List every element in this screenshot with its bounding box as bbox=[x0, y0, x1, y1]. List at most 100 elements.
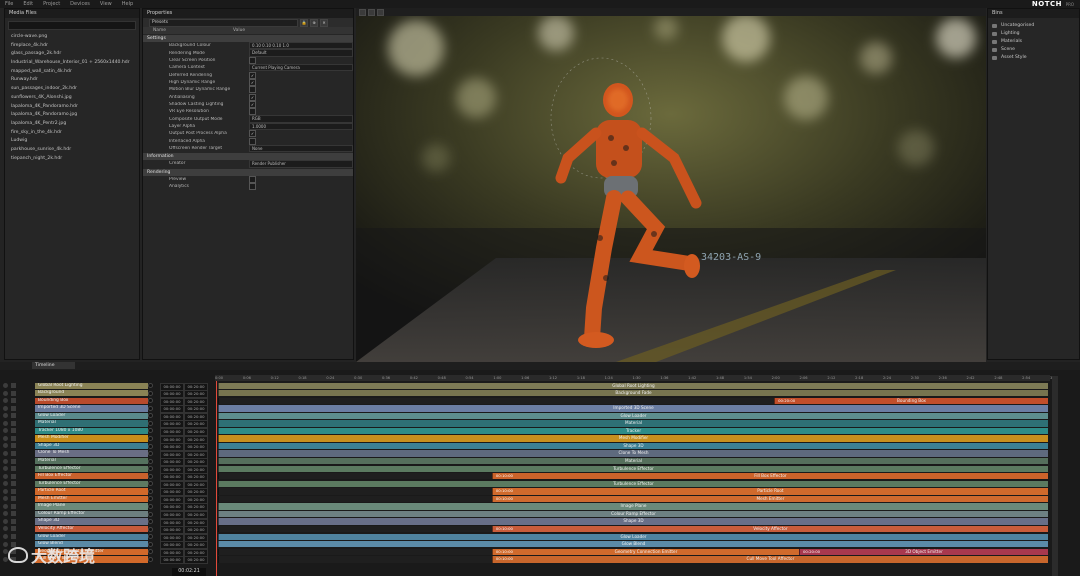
timeline-clip[interactable]: Glow Loader bbox=[218, 533, 1048, 540]
layer-record-icon[interactable] bbox=[148, 443, 153, 449]
timeline-layer-row[interactable]: Fill Box Effector 00:00:00 00:20:00 00:10:0… bbox=[0, 473, 1052, 482]
timeline-layer-row[interactable]: Shape 3D 00:00:00 00:20:00 Shape 3D bbox=[0, 518, 1052, 527]
timeline-layer-row[interactable]: Tracker 1080 x 1080 00:00:00 00:20:00 Track… bbox=[0, 427, 1052, 436]
visibility-eye-icon[interactable] bbox=[3, 481, 8, 487]
layer-record-icon[interactable] bbox=[148, 488, 153, 494]
timeline-clip[interactable]: Tracker bbox=[218, 427, 1048, 435]
visibility-eye-icon[interactable] bbox=[3, 390, 8, 396]
layer-record-icon[interactable] bbox=[148, 413, 153, 419]
property-value-field[interactable]: None bbox=[249, 144, 353, 153]
timeline-clip[interactable]: 00:10:00 Mesh Emitter bbox=[491, 495, 1048, 503]
layer-out-time[interactable]: 00:20:00 bbox=[184, 556, 208, 565]
property-checkbox[interactable] bbox=[249, 183, 256, 191]
layer-record-icon[interactable] bbox=[148, 549, 153, 555]
render-viewport[interactable]: 34203-AS-9 bbox=[356, 8, 986, 362]
lock-icon[interactable] bbox=[11, 518, 16, 524]
media-item[interactable]: mapped_wall_satin_4k.hdr bbox=[5, 68, 139, 77]
timeline-clip[interactable]: 00:10:00 Cull Move Tool Affector bbox=[491, 556, 1048, 563]
layer-record-icon[interactable] bbox=[148, 534, 153, 540]
timeline-layer-row[interactable]: Glow Loader 00:00:00 00:20:00 Glow Loader bbox=[0, 412, 1052, 421]
timeline-clip[interactable]: Mesh Modifier bbox=[218, 435, 1048, 442]
lock-icon[interactable] bbox=[11, 526, 16, 532]
property-value-field[interactable]: Current Playing Camera bbox=[249, 63, 353, 72]
menu-item-edit[interactable]: Edit bbox=[18, 1, 38, 7]
lock-icon[interactable] bbox=[11, 473, 16, 479]
timeline-clip[interactable]: 00:10:00 Particle Root bbox=[491, 488, 1048, 495]
layer-record-icon[interactable] bbox=[148, 496, 153, 502]
media-item[interactable]: parkhouse_sunrise_4k.hdr bbox=[5, 146, 139, 155]
layer-record-icon[interactable] bbox=[148, 428, 153, 434]
timeline-playhead[interactable] bbox=[216, 381, 217, 576]
media-item[interactable]: tiepanch_night_2k.hdr bbox=[5, 155, 139, 164]
timeline-layer-row[interactable]: Particle Root 00:00:00 00:20:00 00:10:00 Par… bbox=[0, 488, 1052, 497]
layer-record-icon[interactable] bbox=[148, 466, 153, 472]
lock-icon[interactable] bbox=[11, 413, 16, 419]
property-value-field[interactable]: 1.0000 bbox=[249, 122, 353, 131]
menu-item-project[interactable]: Project bbox=[38, 1, 65, 7]
visibility-eye-icon[interactable] bbox=[3, 435, 8, 441]
property-group-header[interactable]: Rendering bbox=[143, 168, 353, 176]
layer-name[interactable]: Image Plane bbox=[35, 503, 148, 510]
timeline-layer-row[interactable]: Global Root Lighting 00:00:00 00:20:00 Glob… bbox=[0, 382, 1052, 391]
timeline-tab[interactable]: Timeline bbox=[32, 362, 75, 369]
select-icon[interactable] bbox=[377, 8, 384, 16]
visibility-eye-icon[interactable] bbox=[3, 473, 8, 479]
layer-name[interactable]: Glow Loader bbox=[35, 412, 148, 420]
layer-name[interactable]: Global Root Lighting bbox=[35, 382, 148, 389]
timeline-clip[interactable]: Glow Blend bbox=[218, 541, 1048, 548]
bin-item[interactable]: Asset Style bbox=[988, 54, 1079, 62]
lock-icon[interactable]: 🔒 bbox=[300, 18, 308, 27]
lock-icon[interactable] bbox=[11, 435, 16, 441]
timeline-clip[interactable]: Colour Ramp Effector bbox=[218, 510, 1048, 518]
lock-icon[interactable] bbox=[11, 405, 16, 411]
timeline-clip[interactable]: Turbulence Effector bbox=[218, 480, 1048, 488]
visibility-eye-icon[interactable] bbox=[3, 496, 8, 502]
timeline-layer-row[interactable]: Shape 3D 00:00:00 00:20:00 Shape 3D bbox=[0, 442, 1052, 452]
lock-icon[interactable] bbox=[11, 503, 16, 509]
camera-icon[interactable] bbox=[359, 8, 366, 16]
media-item[interactable]: fire_sky_in_the_4k.hdr bbox=[5, 129, 139, 138]
visibility-eye-icon[interactable] bbox=[3, 428, 8, 434]
lock-icon[interactable] bbox=[11, 466, 16, 472]
layer-name[interactable]: Clone To Mesh bbox=[35, 450, 148, 457]
media-item[interactable]: lapaloma_4K_Pentr2.jpg bbox=[5, 120, 139, 129]
timeline-clip[interactable]: Material bbox=[218, 458, 1048, 465]
timeline-scrollbar[interactable] bbox=[1052, 376, 1058, 576]
media-item[interactable]: lapaloma_4K_Pandoramo.jpg bbox=[5, 111, 139, 120]
property-checkbox[interactable]: ✓ bbox=[249, 71, 256, 79]
visibility-eye-icon[interactable] bbox=[3, 398, 8, 404]
layer-name[interactable]: Glow Loader bbox=[35, 533, 148, 540]
timeline-clip[interactable]: 00:20:00 Bounding Box bbox=[774, 397, 1048, 404]
visibility-eye-icon[interactable] bbox=[3, 503, 8, 509]
layer-record-icon[interactable] bbox=[148, 383, 153, 389]
layer-record-icon[interactable] bbox=[148, 398, 153, 404]
layer-record-icon[interactable] bbox=[148, 511, 153, 517]
lock-icon[interactable] bbox=[11, 496, 16, 502]
property-checkbox[interactable] bbox=[249, 175, 256, 183]
lock-icon[interactable] bbox=[11, 458, 16, 464]
layer-name[interactable]: Mesh Emitter bbox=[35, 495, 148, 503]
property-checkbox[interactable] bbox=[249, 108, 256, 116]
media-item[interactable]: circle-wave.png bbox=[5, 33, 139, 42]
timecode-display[interactable]: 00:02:21 bbox=[172, 568, 206, 576]
timeline-layer-row[interactable]: Geometry Connection Emitter 00:00:00 00:20… bbox=[0, 548, 1052, 557]
menu-item-help[interactable]: Help bbox=[117, 1, 138, 7]
close-icon[interactable]: ✕ bbox=[320, 18, 328, 27]
timeline-clip[interactable]: Background Fade bbox=[218, 390, 1048, 397]
layer-name[interactable]: Fill Box Effector bbox=[35, 473, 148, 480]
layer-name[interactable]: Background bbox=[35, 390, 148, 397]
layer-record-icon[interactable] bbox=[148, 420, 153, 426]
layer-name[interactable]: Turbulence Effector bbox=[35, 480, 148, 488]
media-item[interactable]: fireplace_4k.hdr bbox=[5, 42, 139, 51]
timeline-layer-row[interactable]: Background 00:00:00 00:20:00 Background Fad… bbox=[0, 390, 1052, 399]
bin-item[interactable]: Lighting bbox=[988, 30, 1079, 38]
media-item[interactable]: sunflowers_4K_Alonshi.jpg bbox=[5, 94, 139, 103]
media-item[interactable]: sun_passages_indoor_2k.hdr bbox=[5, 85, 139, 94]
bin-item[interactable]: Materials bbox=[988, 38, 1079, 46]
timeline-layer-row[interactable]: Clone To Mesh 00:00:00 00:20:00 Clone To Me… bbox=[0, 450, 1052, 459]
media-item[interactable]: Runway.hdr bbox=[5, 76, 139, 85]
lock-icon[interactable] bbox=[11, 481, 16, 487]
timeline-layer-row[interactable]: Glow Blend 00:00:00 00:20:00 Glow Blend bbox=[0, 541, 1052, 550]
timeline-clip[interactable]: Glow Loader bbox=[218, 412, 1048, 420]
layer-record-icon[interactable] bbox=[148, 451, 153, 457]
